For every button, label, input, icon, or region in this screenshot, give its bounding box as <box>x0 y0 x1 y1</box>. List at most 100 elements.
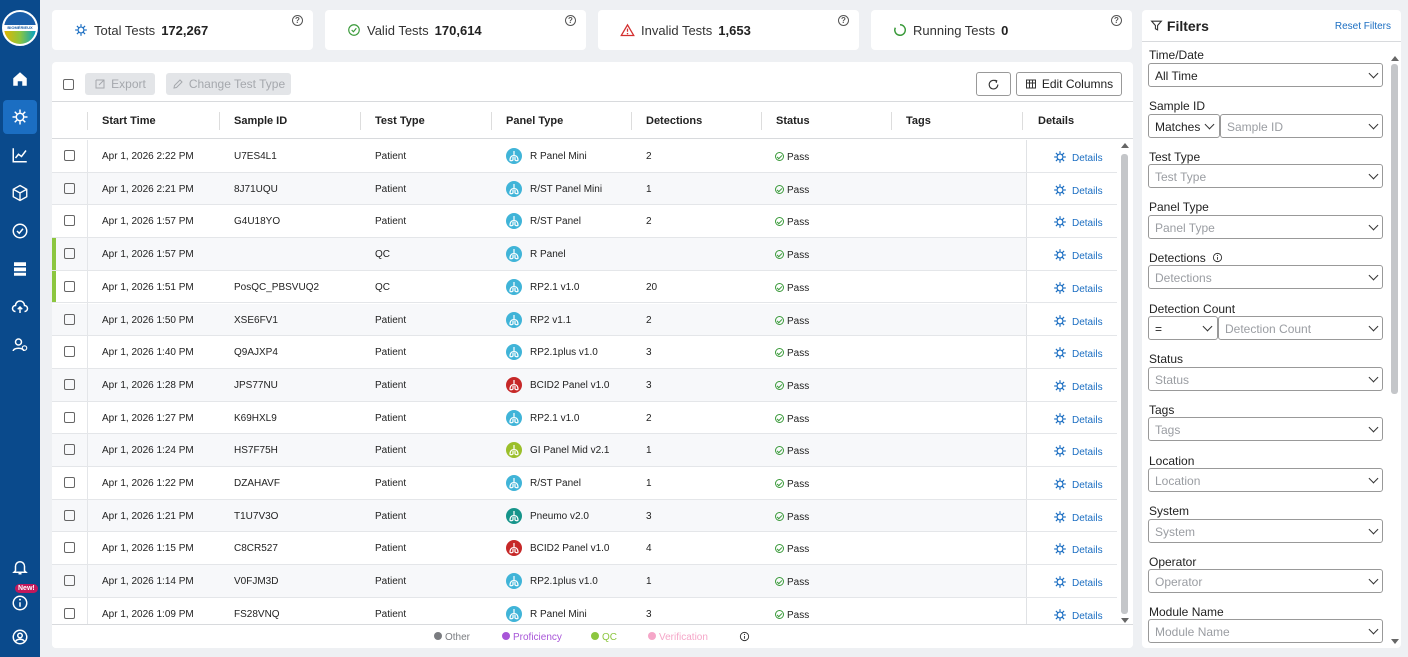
detections-select[interactable]: Detections <box>1148 265 1383 289</box>
table-row[interactable]: Apr 1, 2026 1:28 PM JPS77NU Patient BCID2 P… <box>52 368 1117 402</box>
virus-icon[interactable] <box>3 100 37 134</box>
legend-item-verification: Verification <box>648 632 708 643</box>
virus-icon <box>1053 150 1067 164</box>
detection-count-operator-select[interactable]: = <box>1148 316 1218 340</box>
operator-select[interactable]: Operator <box>1148 569 1383 593</box>
info-icon[interactable] <box>1212 252 1223 263</box>
details-link[interactable]: Details <box>1072 284 1103 295</box>
table-row[interactable]: Apr 1, 2026 1:27 PM K69HXL9 Patient RP2.1 v… <box>52 401 1117 435</box>
details-link[interactable]: Details <box>1072 578 1103 589</box>
row-checkbox[interactable] <box>64 215 75 227</box>
details-link[interactable]: Details <box>1072 545 1103 556</box>
table-row[interactable]: Apr 1, 2026 1:40 PM Q9AJXP4 Patient RP2.1pl… <box>52 336 1117 369</box>
column-header-sample-id[interactable]: Sample ID <box>234 115 287 127</box>
virus-icon <box>1053 608 1067 622</box>
table-row[interactable]: Apr 1, 2026 1:21 PM T1U7V3O Patient Pneumo … <box>52 499 1117 533</box>
export-button[interactable]: Export <box>85 73 155 95</box>
reset-filters-link[interactable]: Reset Filters <box>1335 21 1391 32</box>
edit-columns-button[interactable]: Edit Columns <box>1016 72 1122 96</box>
select-all-checkbox[interactable] <box>63 79 74 90</box>
column-header-tags[interactable]: Tags <box>906 115 931 127</box>
panel-type-select[interactable]: Panel Type <box>1148 215 1383 239</box>
sample-id-input[interactable]: Sample ID <box>1220 114 1383 138</box>
help-icon[interactable]: ? <box>292 15 303 26</box>
table-row[interactable]: Apr 1, 2026 2:22 PM U7ES4L1 Patient R Panel… <box>52 140 1117 173</box>
row-checkbox[interactable] <box>64 607 75 619</box>
help-icon[interactable]: ? <box>1111 15 1122 26</box>
refresh-button[interactable] <box>976 72 1011 96</box>
table-row[interactable]: Apr 1, 2026 1:51 PM PosQC_PBSVUQ2 QC RP2.1 … <box>52 270 1117 304</box>
row-checkbox[interactable] <box>64 542 75 554</box>
system-select[interactable]: System <box>1148 519 1383 543</box>
check-circle-icon[interactable] <box>0 214 40 248</box>
details-link[interactable]: Details <box>1072 349 1103 360</box>
details-link[interactable]: Details <box>1072 480 1103 491</box>
column-header-panel-type[interactable]: Panel Type <box>506 115 563 127</box>
user-circle-icon[interactable] <box>0 620 40 654</box>
change-test-type-button[interactable]: Change Test Type <box>166 73 291 95</box>
details-link[interactable]: Details <box>1072 186 1103 197</box>
row-checkbox[interactable] <box>64 477 75 488</box>
module-name-select[interactable]: Module Name <box>1148 619 1383 643</box>
time-date-select[interactable]: All Time <box>1148 63 1383 87</box>
table-row[interactable]: Apr 1, 2026 1:15 PM C8CR527 Patient BCID2 P… <box>52 532 1117 566</box>
row-checkbox[interactable] <box>64 575 75 587</box>
column-header-detections[interactable]: Detections <box>646 115 702 127</box>
row-checkbox[interactable] <box>64 313 75 325</box>
details-link[interactable]: Details <box>1072 218 1103 229</box>
location-select[interactable]: Location <box>1148 468 1383 492</box>
row-checkbox[interactable] <box>64 280 75 292</box>
row-checkbox[interactable] <box>64 248 75 260</box>
details-link[interactable]: Details <box>1072 513 1103 524</box>
help-icon[interactable]: ? <box>565 15 576 26</box>
virus-icon <box>1053 542 1067 556</box>
cell-panel-type: RP2.1 v1.0 <box>530 412 580 424</box>
bell-icon[interactable] <box>0 550 40 584</box>
table-row[interactable]: Apr 1, 2026 1:57 PM G4U18YO Patient R/ST Pa… <box>52 205 1117 239</box>
home-icon[interactable] <box>0 62 40 96</box>
column-header-status[interactable]: Status <box>776 115 810 127</box>
table-scrollbar[interactable] <box>1120 140 1129 626</box>
table-row[interactable]: Apr 1, 2026 1:22 PM DZAHAVF Patient R/ST Pa… <box>52 467 1117 500</box>
sample-id-mode-select[interactable]: Matches <box>1148 114 1220 138</box>
row-checkbox[interactable] <box>64 182 75 194</box>
info-icon[interactable] <box>0 586 40 620</box>
details-link[interactable]: Details <box>1072 153 1103 164</box>
brand-logo[interactable]: BIOMÉRIEUX <box>2 10 38 46</box>
info-icon[interactable] <box>739 631 750 645</box>
table-row[interactable]: Apr 1, 2026 2:21 PM 8J71UQU Patient R/ST Pa… <box>52 172 1117 206</box>
server-icon[interactable] <box>0 252 40 286</box>
details-link[interactable]: Details <box>1072 415 1103 426</box>
cell-status: Pass <box>775 282 809 294</box>
table-row[interactable]: Apr 1, 2026 1:24 PM HS7F75H Patient GI Pane… <box>52 434 1117 467</box>
cell-detections: 1 <box>646 183 652 195</box>
row-checkbox[interactable] <box>64 509 75 521</box>
row-checkbox[interactable] <box>64 378 75 390</box>
row-checkbox[interactable] <box>64 444 75 456</box>
table-row[interactable]: Apr 1, 2026 1:57 PM QC R Panel Pass Details <box>52 238 1117 271</box>
test-type-select[interactable]: Test Type <box>1148 164 1383 188</box>
table-row[interactable]: Apr 1, 2026 1:50 PM XSE6FV1 Patient RP2 v1.… <box>52 303 1117 337</box>
tags-select[interactable]: Tags <box>1148 417 1383 441</box>
details-link[interactable]: Details <box>1072 382 1103 393</box>
chart-icon[interactable] <box>0 138 40 172</box>
detection-count-input[interactable]: Detection Count <box>1218 316 1383 340</box>
help-icon[interactable]: ? <box>838 15 849 26</box>
row-checkbox[interactable] <box>64 411 75 423</box>
row-checkbox[interactable] <box>64 150 75 161</box>
column-header-test-type[interactable]: Test Type <box>375 115 425 127</box>
cube-icon[interactable] <box>0 176 40 210</box>
row-checkbox[interactable] <box>64 346 75 358</box>
virus-icon <box>1053 281 1067 295</box>
details-link[interactable]: Details <box>1072 447 1103 458</box>
column-header-start-time[interactable]: Start Time <box>102 115 156 127</box>
cloud-upload-icon[interactable] <box>0 290 40 324</box>
details-link[interactable]: Details <box>1072 317 1103 328</box>
details-link[interactable]: Details <box>1072 251 1103 262</box>
filters-scrollbar[interactable] <box>1390 54 1399 648</box>
users-icon[interactable] <box>0 328 40 362</box>
table-row[interactable]: Apr 1, 2026 1:14 PM V0FJM3D Patient RP2.1pl… <box>52 565 1117 598</box>
cell-detections: 2 <box>646 314 652 326</box>
details-link[interactable]: Details <box>1072 611 1103 622</box>
status-select[interactable]: Status <box>1148 367 1383 391</box>
